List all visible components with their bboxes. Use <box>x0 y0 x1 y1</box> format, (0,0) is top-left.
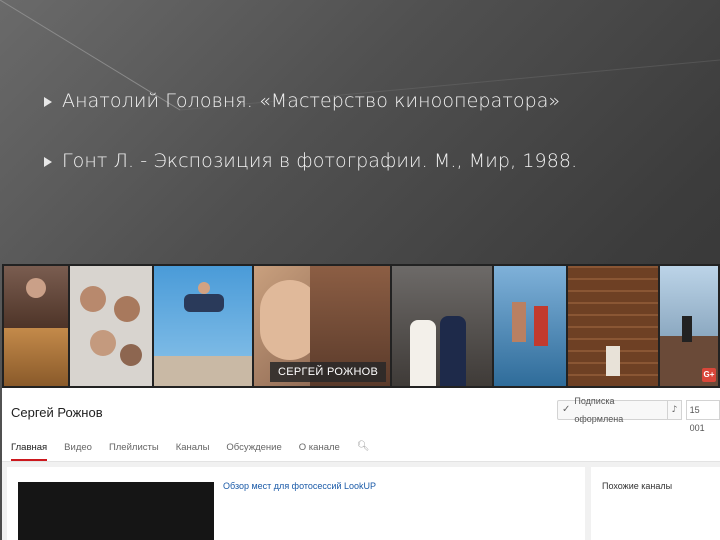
notification-bell-icon[interactable]: ♪ <box>668 400 682 420</box>
related-channels-title: Похожие каналы <box>602 481 673 491</box>
banner-photo-tile <box>4 266 68 386</box>
subscriber-count: 15 001 <box>685 400 720 433</box>
banner-photo-tile <box>154 266 252 386</box>
banner-photo-tile <box>70 266 152 386</box>
related-channels-panel: Похожие каналы <box>591 467 720 540</box>
channel-title: Сергей Рожнов <box>11 405 103 420</box>
channel-header: Сергей Рожнов ✓ Подписка оформлена ♪ 15 … <box>2 388 720 462</box>
tab-about[interactable]: О канале <box>299 442 340 459</box>
tab-videos[interactable]: Видео <box>64 442 92 459</box>
bullet-icon <box>44 97 52 107</box>
featured-video-panel: Обзор мест для фотосессий LookUP <box>7 467 585 540</box>
slide-text-line-1: Анатолий Головня. «Мастерство кинооперат… <box>62 90 561 112</box>
video-thumbnail[interactable] <box>18 482 214 540</box>
banner-photo-tile <box>568 266 658 386</box>
search-icon[interactable]: 🔍︎ <box>357 441 370 452</box>
subscribe-button[interactable]: ✓ Подписка оформлена <box>557 396 669 424</box>
tab-playlists[interactable]: Плейлисты <box>109 442 159 459</box>
banner-photo-tile <box>392 266 492 386</box>
slide-text-line-2: Гонт Л. - Экспозиция в фотографии. М., М… <box>62 150 578 172</box>
subscribe-group: ✓ Подписка оформлена ♪ 15 001 <box>557 396 720 433</box>
tab-discussion[interactable]: Обсуждение <box>226 442 281 459</box>
channel-banner: СЕРГЕЙ РОЖНОВ G+ <box>2 264 720 388</box>
google-plus-icon[interactable]: G+ <box>702 368 716 382</box>
tab-home[interactable]: Главная <box>11 442 48 461</box>
subscribe-label: Подписка оформлена <box>574 396 624 424</box>
check-icon: ✓ <box>562 404 571 415</box>
youtube-channel-screenshot: СЕРГЕЙ РОЖНОВ G+ Сергей Рожнов ✓ Подписк… <box>2 264 720 540</box>
bullet-icon <box>44 157 52 167</box>
channel-tabs: Главная Видео Плейлисты Каналы Обсуждени… <box>11 441 370 461</box>
video-title-link[interactable]: Обзор мест для фотосессий LookUP <box>223 481 376 491</box>
banner-photo-tile <box>494 266 566 386</box>
banner-name-tag: СЕРГЕЙ РОЖНОВ <box>270 362 387 382</box>
tab-channels[interactable]: Каналы <box>176 442 210 459</box>
